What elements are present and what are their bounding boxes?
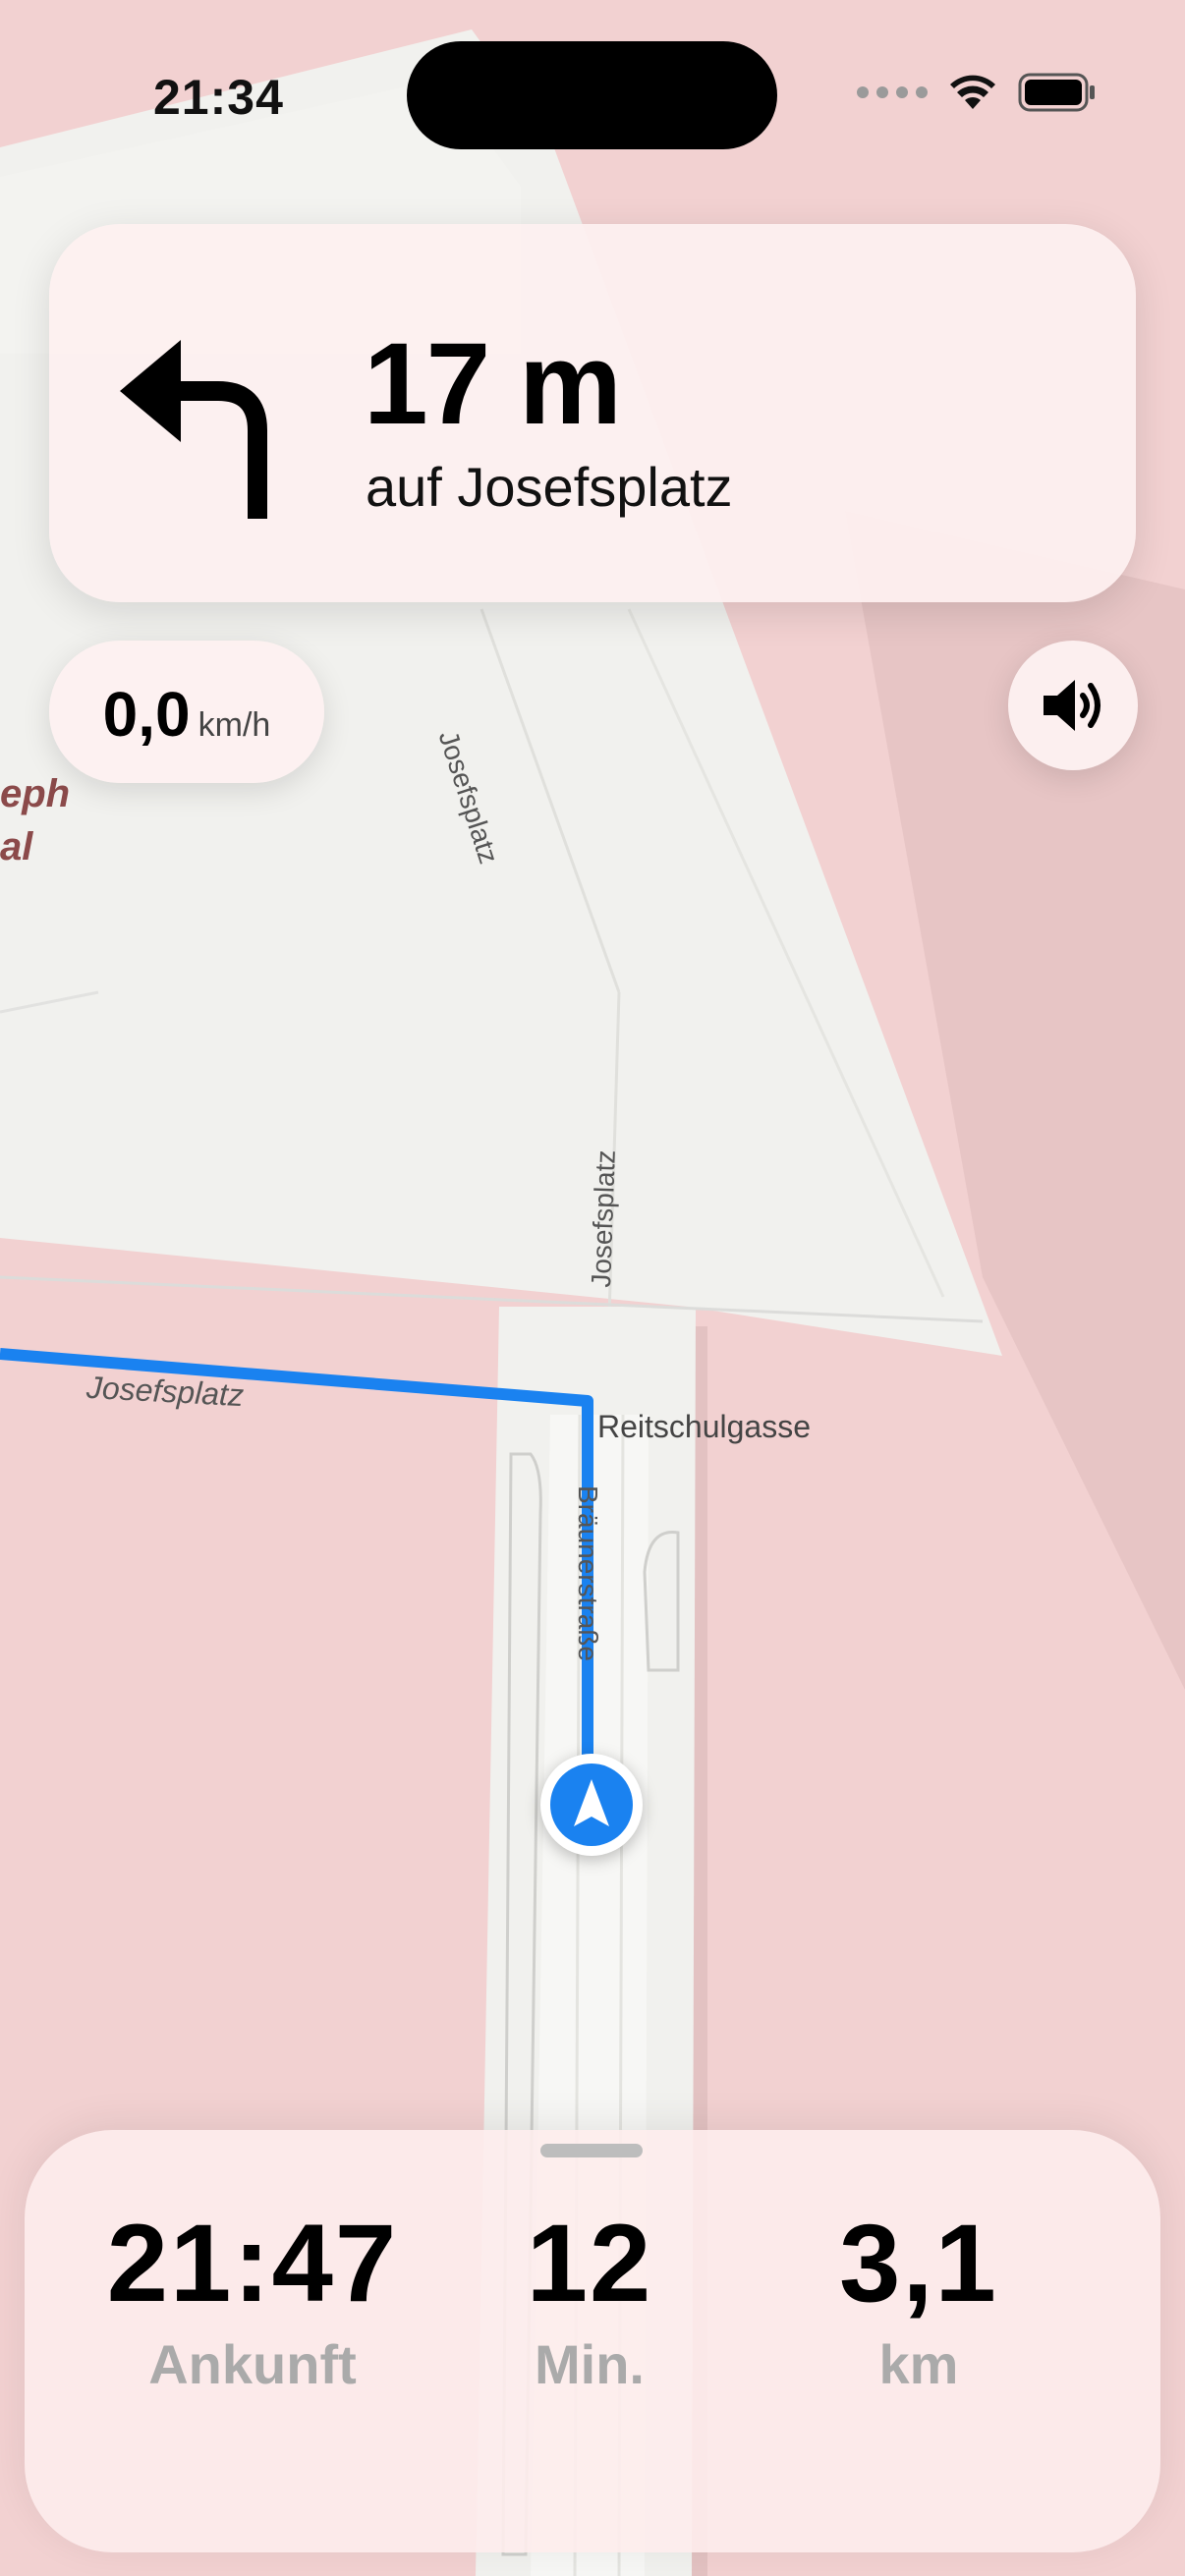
distance-value: 3,1 bbox=[839, 2202, 998, 2324]
wifi-icon bbox=[950, 75, 995, 109]
volume-button[interactable] bbox=[1008, 641, 1138, 770]
speed-unit: km/h bbox=[198, 706, 271, 744]
cellular-signal-icon bbox=[857, 86, 928, 98]
maneuver-street: auf Josefsplatz bbox=[366, 456, 733, 518]
navigation-arrow-icon bbox=[574, 1779, 609, 1826]
map-label-reitschulgasse: Reitschulgasse bbox=[597, 1409, 811, 1444]
dynamic-island bbox=[407, 41, 777, 149]
distance-label: km bbox=[878, 2333, 959, 2395]
map-poi-label: eph bbox=[0, 772, 71, 815]
map-label-josefsplatz: Josefsplatz bbox=[586, 1149, 621, 1289]
arrival-stat: 21:47 Ankunft bbox=[105, 2209, 400, 2396]
speed-value: 0,0 bbox=[102, 679, 191, 750]
current-location-puck bbox=[540, 1754, 643, 1856]
trip-summary-card[interactable]: 21:47 Ankunft 12 Min. 3,1 km bbox=[25, 2130, 1160, 2552]
battery-icon bbox=[1018, 73, 1095, 112]
arrival-time: 21:47 bbox=[106, 2202, 399, 2324]
distance-stat: 3,1 km bbox=[771, 2209, 1066, 2396]
maneuver-card[interactable]: 17 m auf Josefsplatz bbox=[49, 224, 1136, 602]
arrival-label: Ankunft bbox=[148, 2333, 357, 2395]
duration-value: 12 bbox=[526, 2202, 653, 2324]
map-poi-label: al bbox=[0, 825, 33, 868]
duration-stat: 12 Min. bbox=[477, 2209, 703, 2396]
speed-indicator: 0,0 km/h bbox=[49, 641, 324, 783]
sheet-grabber[interactable] bbox=[540, 2144, 643, 2157]
duration-label: Min. bbox=[535, 2333, 645, 2395]
status-time: 21:34 bbox=[153, 70, 284, 125]
maneuver-distance: 17 m bbox=[364, 319, 622, 449]
map-label-braeunerstrasse: Bräunerstraße bbox=[573, 1485, 603, 1661]
status-icons bbox=[857, 73, 1097, 112]
speaker-icon bbox=[1044, 680, 1100, 731]
turn-left-arrow-icon bbox=[120, 340, 267, 519]
